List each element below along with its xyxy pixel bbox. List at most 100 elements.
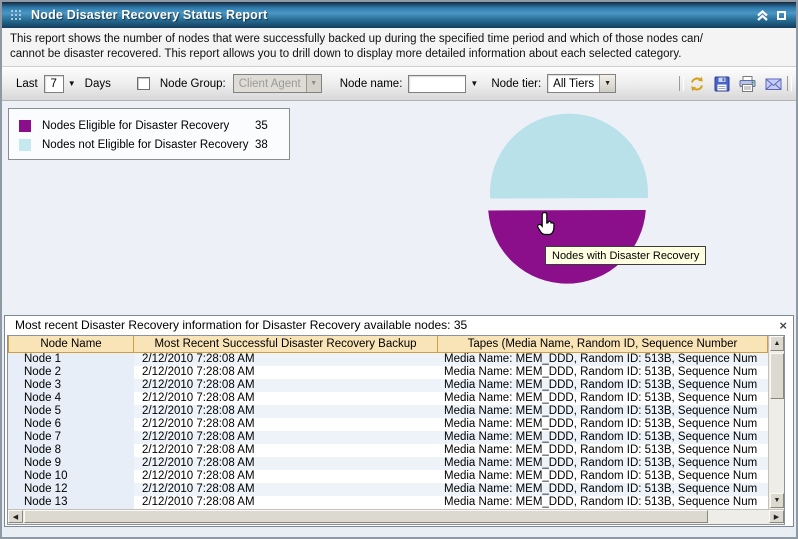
period-dropdown-icon[interactable]: ▼ [68,79,76,88]
cell-node-name: Node 5 [8,405,134,418]
table-row[interactable]: Node 2 2/12/2010 7:28:08 AM Media Name: … [8,366,768,379]
drag-grip-icon[interactable] [10,9,23,22]
cell-backup-time: 2/12/2010 7:28:08 AM [142,496,255,508]
column-header-backup[interactable]: Most Recent Successful Disaster Recovery… [134,336,438,352]
vertical-scrollbar[interactable]: ▲ ▼ [768,336,784,509]
cell-tapes: Media Name: MEM_DDD, Random ID: 513B, Se… [444,444,758,456]
table-body: Node 1 2/12/2010 7:28:08 AM Media Name: … [8,353,768,509]
cell-backup-time: 2/12/2010 7:28:08 AM [142,353,255,365]
cell-node-name: Node 10 [8,470,134,483]
node-tier-dropdown-icon[interactable]: ▼ [599,75,616,92]
cell-node-name: Node 6 [8,418,134,431]
table-row[interactable]: Node 9 2/12/2010 7:28:08 AM Media Name: … [8,457,768,470]
cell-tapes: Media Name: MEM_DDD, Random ID: 513B, Se… [444,457,758,469]
cell-tapes: Media Name: MEM_DDD, Random ID: 513B, Se… [444,405,758,417]
email-icon[interactable] [764,75,783,93]
horizontal-scroll-thumb[interactable] [24,510,708,523]
node-name-label: Node name: [339,77,403,90]
cell-backup-time: 2/12/2010 7:28:08 AM [142,431,255,443]
table-row[interactable]: Node 6 2/12/2010 7:28:08 AM Media Name: … [8,418,768,431]
description-line-1: This report shows the number of nodes th… [10,33,703,45]
filter-toolbar: Last 7 ▼ Days Node Group: Client Agent ▼… [2,67,796,101]
cell-tapes: Media Name: MEM_DDD, Random ID: 513B, Se… [444,431,758,443]
tooltip-text: Nodes with Disaster Recovery [552,249,700,262]
node-tier-value: All Tiers [553,77,595,90]
close-icon[interactable]: × [779,317,787,334]
cell-backup-time: 2/12/2010 7:28:08 AM [142,457,255,469]
node-group-label: Node Group: [159,77,226,90]
scroll-up-icon[interactable]: ▲ [770,336,784,351]
cell-backup-time: 2/12/2010 7:28:08 AM [142,405,255,417]
last-label: Last [16,77,38,90]
cell-tapes: Media Name: MEM_DDD, Random ID: 513B, Se… [444,366,758,378]
collapse-icon[interactable] [756,9,769,21]
horizontal-scrollbar[interactable]: ◀ ▶ [8,509,784,524]
node-name-input[interactable] [408,74,467,93]
cell-node-name: Node 9 [8,457,134,470]
node-tier-label: Node tier: [491,77,542,90]
toolbar-separator [787,76,792,91]
period-value-box[interactable]: 7 [43,74,64,93]
report-description: This report shows the number of nodes th… [2,28,796,67]
cell-node-name: Node 13 [8,496,134,509]
chart-tooltip: Nodes with Disaster Recovery [545,246,707,265]
scroll-left-icon[interactable]: ◀ [8,510,23,523]
restore-icon[interactable] [777,10,786,20]
cell-node-name: Node 7 [8,431,134,444]
cell-node-name: Node 12 [8,483,134,496]
panel-title: Most recent Disaster Recovery informatio… [5,316,793,335]
cell-backup-time: 2/12/2010 7:28:08 AM [142,470,255,482]
cell-backup-time: 2/12/2010 7:28:08 AM [142,379,255,391]
page-title: Node Disaster Recovery Status Report [31,8,268,22]
node-group-select: Client Agent ▼ [232,74,322,93]
table-row[interactable]: Node 4 2/12/2010 7:28:08 AM Media Name: … [8,392,768,405]
report-window: Node Disaster Recovery Status Report Thi… [0,0,798,539]
cell-backup-time: 2/12/2010 7:28:08 AM [142,366,255,378]
save-icon[interactable] [713,75,731,93]
title-bar: Node Disaster Recovery Status Report [2,2,796,28]
scroll-down-icon[interactable]: ▼ [770,493,784,508]
refresh-icon[interactable] [688,75,706,93]
node-group-dropdown-icon: ▼ [305,75,321,92]
cell-tapes: Media Name: MEM_DDD, Random ID: 513B, Se… [444,379,758,391]
cell-backup-time: 2/12/2010 7:28:08 AM [142,444,255,456]
table-row[interactable]: Node 8 2/12/2010 7:28:08 AM Media Name: … [8,444,768,457]
table-row[interactable]: Node 10 2/12/2010 7:28:08 AM Media Name:… [8,470,768,483]
cell-backup-time: 2/12/2010 7:28:08 AM [142,418,255,430]
pie-chart [488,113,648,284]
cell-node-name: Node 8 [8,444,134,457]
print-icon[interactable] [738,75,757,93]
hand-cursor-icon [537,211,555,236]
cell-tapes: Media Name: MEM_DDD, Random ID: 513B, Se… [444,353,758,365]
cell-backup-time: 2/12/2010 7:28:08 AM [142,483,255,495]
cell-node-name: Node 3 [8,379,134,392]
column-header-tapes[interactable]: Tapes (Media Name, Random ID, Sequence N… [438,336,768,352]
table-row[interactable]: Node 1 2/12/2010 7:28:08 AM Media Name: … [8,353,768,366]
cell-tapes: Media Name: MEM_DDD, Random ID: 513B, Se… [444,470,758,482]
cell-node-name: Node 1 [8,353,134,366]
detail-panel: Most recent Disaster Recovery informatio… [4,315,794,527]
table-row[interactable]: Node 3 2/12/2010 7:28:08 AM Media Name: … [8,379,768,392]
toolbar-separator [679,76,684,91]
node-group-checkbox[interactable] [136,77,150,90]
pie-slice-not-eligible[interactable] [489,113,648,199]
table-row[interactable]: Node 13 2/12/2010 7:28:08 AM Media Name:… [8,496,768,509]
node-tier-select[interactable]: All Tiers ▼ [547,74,617,93]
action-toolbar [688,75,783,93]
description-line-2: cannot be disaster recovered. This repor… [10,48,682,60]
chart-area: Nodes Eligible for Disaster Recovery 35 … [2,101,796,315]
scroll-right-icon[interactable]: ▶ [769,510,784,523]
table-header-row: Node Name Most Recent Successful Disaste… [8,336,768,353]
vertical-scroll-thumb[interactable] [770,353,784,399]
column-header-node-name[interactable]: Node Name [8,336,134,352]
cell-tapes: Media Name: MEM_DDD, Random ID: 513B, Se… [444,392,758,404]
cell-node-name: Node 4 [8,392,134,405]
cell-tapes: Media Name: MEM_DDD, Random ID: 513B, Se… [444,418,758,430]
table-row[interactable]: Node 7 2/12/2010 7:28:08 AM Media Name: … [8,431,768,444]
node-group-value: Client Agent [238,77,301,90]
cell-tapes: Media Name: MEM_DDD, Random ID: 513B, Se… [444,483,758,495]
node-name-dropdown-icon[interactable]: ▼ [470,79,478,88]
table-row[interactable]: Node 12 2/12/2010 7:28:08 AM Media Name:… [8,483,768,496]
table-row[interactable]: Node 5 2/12/2010 7:28:08 AM Media Name: … [8,405,768,418]
cell-node-name: Node 2 [8,366,134,379]
